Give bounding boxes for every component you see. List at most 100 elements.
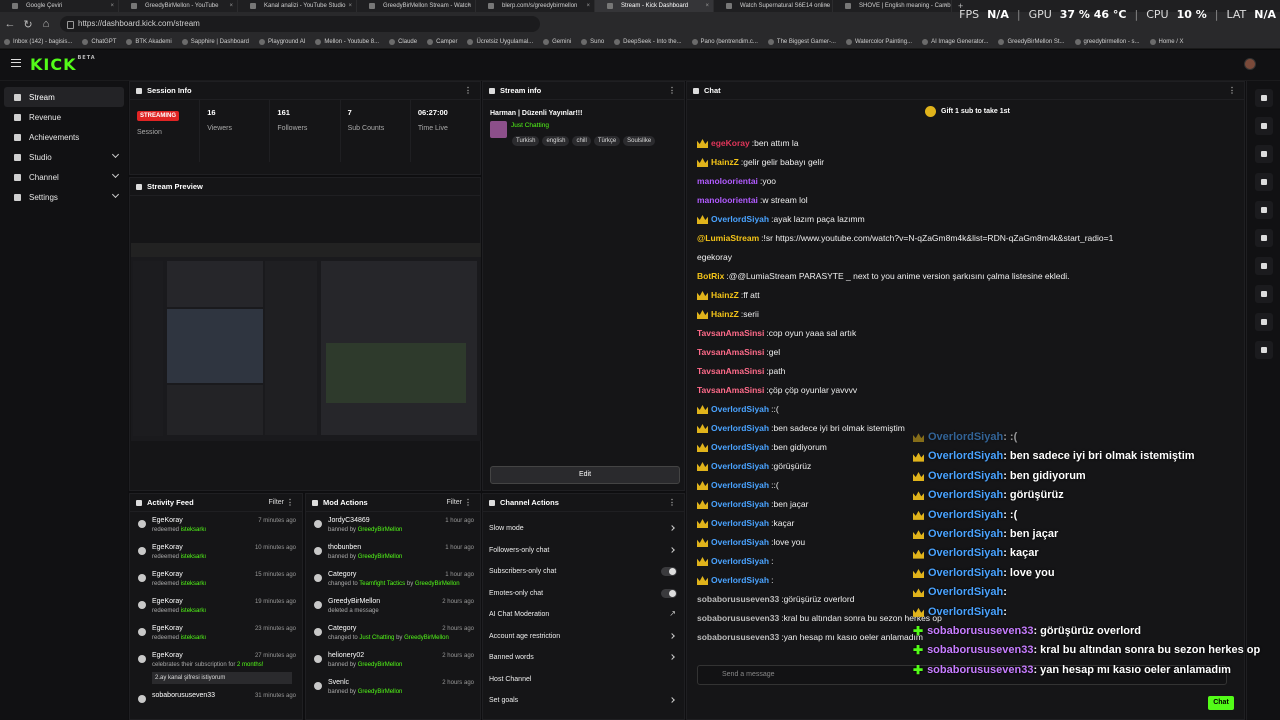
- chat-username[interactable]: OverlordSiyah: [711, 476, 769, 495]
- toggle-switch[interactable]: [661, 567, 677, 576]
- chat-username[interactable]: TavsanAmaSinsi: [697, 343, 764, 362]
- pencil-icon[interactable]: [1254, 117, 1273, 135]
- chat-username[interactable]: sobaborususeven33: [697, 609, 779, 628]
- channel-action-subscribers-only-chat[interactable]: Subscribers-only chat: [483, 561, 684, 583]
- chat-username[interactable]: HainzZ: [711, 153, 739, 172]
- url-field[interactable]: https://dashboard.kick.com/stream: [60, 16, 540, 32]
- chevron-down-icon[interactable]: [111, 170, 120, 179]
- chat-username[interactable]: OverlordSiyah: [711, 571, 769, 590]
- link-icon[interactable]: [1254, 257, 1273, 275]
- bookmark[interactable]: Home / X: [1149, 39, 1184, 45]
- chat-username[interactable]: sobaborususeven33: [697, 628, 779, 644]
- activity-user[interactable]: EgeKoray: [152, 625, 206, 632]
- bookmark[interactable]: Gemini: [543, 39, 571, 45]
- bookmark[interactable]: Claude: [389, 39, 417, 45]
- more-icon[interactable]: ⋮: [464, 86, 472, 95]
- stream-tag[interactable]: chill: [572, 136, 591, 146]
- channel-action-emotes-only-chat[interactable]: Emotes-only chat: [483, 583, 684, 605]
- bookmark[interactable]: The Biggest Gamer-...: [767, 39, 836, 45]
- bookmark[interactable]: greedybirmellon - s...: [1074, 39, 1140, 45]
- bookmark[interactable]: AI Image Generator...: [922, 39, 988, 45]
- mod-by[interactable]: GreedyBirMellon: [358, 689, 403, 695]
- chat-username[interactable]: HainzZ: [711, 305, 739, 324]
- chat-username[interactable]: OverlordSiyah: [711, 419, 769, 438]
- close-icon[interactable]: ×: [943, 0, 947, 12]
- bookmark[interactable]: Playground AI: [259, 39, 305, 45]
- mod-by[interactable]: GreedyBirMellon: [358, 527, 403, 533]
- mod-by[interactable]: Teamfight Tactics: [359, 581, 405, 587]
- users-icon[interactable]: [1254, 341, 1273, 359]
- chat-username[interactable]: BotRix: [697, 267, 724, 286]
- bookmark[interactable]: Ücretsiz Uygulamal...: [467, 39, 533, 45]
- close-icon[interactable]: ×: [467, 0, 471, 12]
- stream-tag[interactable]: Soulslike: [623, 136, 656, 146]
- chevron-down-icon[interactable]: [111, 150, 120, 159]
- sidebar-item-channel[interactable]: Channel: [4, 167, 124, 187]
- trash-icon[interactable]: [1254, 201, 1273, 219]
- mod-by[interactable]: Just Chatting: [359, 635, 394, 641]
- bookmark[interactable]: Sapphire | Dashboard: [181, 39, 249, 45]
- chat-username[interactable]: manoloorientai: [697, 191, 758, 210]
- edit-button[interactable]: Edit: [490, 466, 680, 484]
- sidebar-item-settings[interactable]: Settings: [4, 187, 124, 207]
- browser-tab[interactable]: GreedyBirMellon Stream - Watch ×: [357, 0, 476, 12]
- browser-tab[interactable]: blerp.com/s/greedybirmellon ×: [476, 0, 595, 12]
- channel-action-set-goals[interactable]: Set goals: [483, 690, 684, 712]
- gift-sub-banner[interactable]: Gift 1 sub to take 1st: [925, 106, 1010, 117]
- chat-username[interactable]: OverlordSiyah: [711, 552, 769, 571]
- browser-tab[interactable]: SHOVE | English meaning - Camb ×: [833, 0, 952, 12]
- activity-user[interactable]: EgeKoray: [152, 598, 206, 605]
- activity-user[interactable]: sobaborususeven33: [152, 692, 215, 699]
- mod-by[interactable]: GreedyBirMellon: [358, 662, 403, 668]
- bookmark[interactable]: Pano (bentrendim.c...: [691, 39, 758, 45]
- chat-username[interactable]: OverlordSiyah: [711, 514, 769, 533]
- external-link-icon[interactable]: ↗: [669, 609, 676, 618]
- toggle-switch[interactable]: [661, 588, 677, 598]
- bolt-icon[interactable]: [1254, 173, 1273, 191]
- browser-tab[interactable]: Kanal analizi - YouTube Studio ×: [238, 0, 357, 12]
- stream-tag[interactable]: english: [542, 136, 570, 146]
- bookmark[interactable]: DeepSeek - Into the...: [614, 39, 682, 45]
- chat-username[interactable]: OverlordSiyah: [711, 533, 769, 552]
- chat-username[interactable]: OverlordSiyah: [711, 210, 769, 229]
- chat-username[interactable]: OverlordSiyah: [711, 438, 769, 457]
- chevron-down-icon[interactable]: [111, 190, 120, 199]
- chat-username[interactable]: OverlordSiyah: [711, 457, 769, 476]
- mod-target[interactable]: GreedyBirMellon: [328, 598, 380, 605]
- browser-tab[interactable]: Watch Supernatural S6E14 online ×: [714, 0, 833, 12]
- activity-user[interactable]: EgeKoray: [152, 544, 206, 551]
- stream-preview-video[interactable]: [131, 243, 481, 441]
- chat-send-button[interactable]: Chat: [1208, 696, 1234, 710]
- info-icon[interactable]: [1254, 89, 1273, 107]
- channel-action-banned-words[interactable]: Banned words: [483, 647, 684, 669]
- browser-tab[interactable]: Stream - Kick Dashboard ×: [595, 0, 714, 12]
- chat-username[interactable]: TavsanAmaSinsi: [697, 362, 764, 381]
- chat-username[interactable]: sobaborususeven33: [697, 590, 779, 609]
- bookmark[interactable]: Mellon - Youtube 8...: [315, 39, 379, 45]
- browser-tab[interactable]: Google Çeviri ×: [0, 0, 119, 12]
- mod-target[interactable]: Category: [328, 625, 449, 632]
- bookmark[interactable]: BTK Akademi: [126, 39, 172, 45]
- close-icon[interactable]: ×: [705, 0, 709, 12]
- bookmark[interactable]: Suno: [581, 39, 604, 45]
- filter-button[interactable]: Filter: [268, 499, 284, 506]
- chat-username[interactable]: HainzZ: [711, 286, 739, 305]
- channel-action-slow-mode[interactable]: Slow mode: [483, 518, 684, 540]
- bookmark[interactable]: Camper: [427, 39, 457, 45]
- bookmark-icon[interactable]: [1254, 285, 1273, 303]
- wrench-icon[interactable]: [1254, 313, 1273, 331]
- mod-by2[interactable]: GreedyBirMellon: [404, 635, 449, 641]
- chat-username[interactable]: TavsanAmaSinsi: [697, 381, 764, 400]
- menu-icon[interactable]: [11, 59, 21, 67]
- home-icon[interactable]: ⌂: [38, 18, 54, 30]
- mod-target[interactable]: Svenlc: [328, 679, 402, 686]
- activity-user[interactable]: EgeKoray: [152, 517, 206, 524]
- kick-logo[interactable]: KICKBETA: [30, 55, 96, 74]
- channel-action-followers-only-chat[interactable]: Followers-only chat: [483, 540, 684, 562]
- activity-user[interactable]: EgeKoray: [152, 571, 206, 578]
- mod-by2[interactable]: GreedyBirMellon: [415, 581, 460, 587]
- reload-icon[interactable]: ↻: [20, 18, 36, 31]
- sidebar-item-stream[interactable]: Stream: [4, 87, 124, 107]
- mod-target[interactable]: Category: [328, 571, 460, 578]
- browser-tab[interactable]: GreedyBirMellon - YouTube ×: [119, 0, 238, 12]
